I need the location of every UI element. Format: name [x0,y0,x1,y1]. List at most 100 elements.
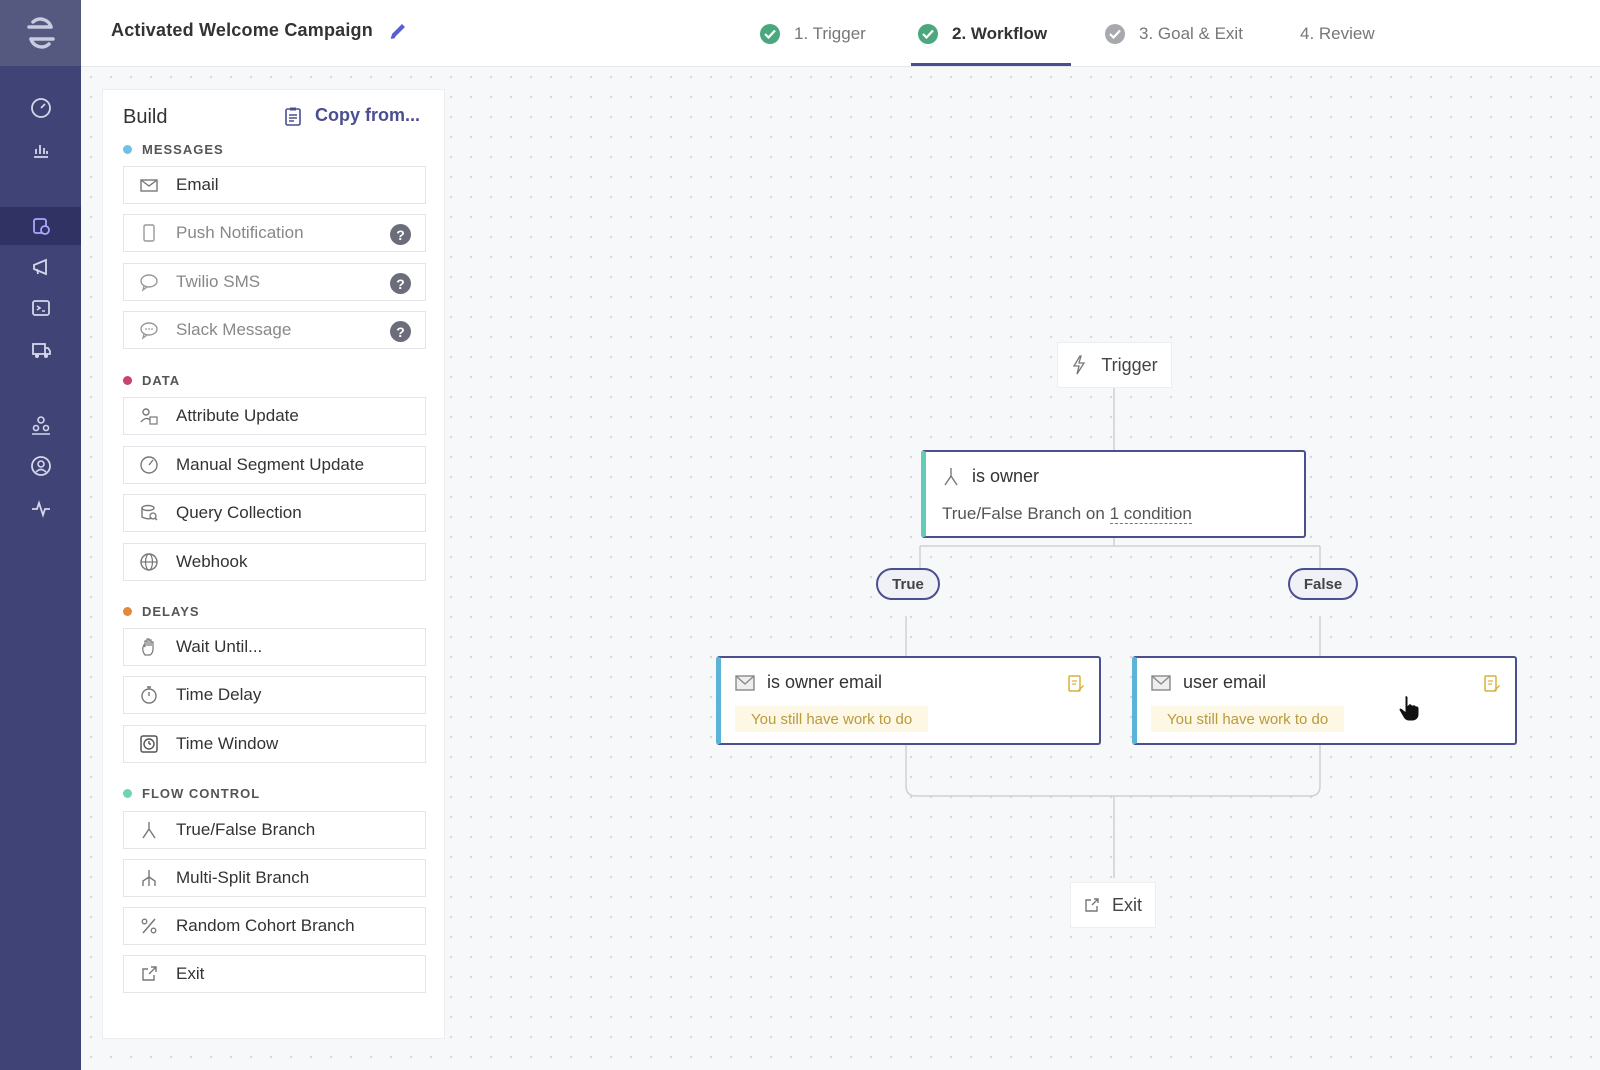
multi-branch-icon [138,867,160,889]
item-label: Time Delay [176,685,262,704]
branch-subtitle: True/False Branch on [942,504,1110,523]
email-node-title: is owner email [767,672,883,692]
email-node-title: user email [1183,672,1267,692]
external-link-icon [1085,898,1099,912]
lightning-icon [1073,355,1086,375]
item-label: True/False Branch [176,820,316,839]
active-step-indicator [911,63,1071,66]
campaign-title: Activated Welcome Campaign [111,20,373,40]
clock-window-icon [138,733,160,755]
build-item-time-window[interactable]: Time Window [123,725,426,763]
step-label: 3. Goal & Exit [1139,23,1243,43]
build-item-email[interactable]: Email [123,166,426,204]
exit-label: Exit [1111,894,1142,915]
help-icon[interactable]: ? [390,224,411,245]
item-label: Twilio SMS [176,272,261,291]
item-label: Webhook [176,552,248,571]
edit-note-icon[interactable] [1483,674,1501,694]
pie-segment-icon [138,454,160,476]
envelope-icon [735,674,755,691]
branch-icon [138,819,160,841]
build-item-wait-until[interactable]: Wait Until... [123,628,426,666]
segment-logo-icon[interactable] [0,0,81,66]
chat-bubble-icon [138,319,160,341]
exit-node[interactable]: Exit [1070,882,1156,928]
item-label: Slack Message [176,320,292,339]
bar-chart-icon[interactable] [0,130,81,168]
build-panel: Build Copy from... MESSAGES Email Push N… [102,89,445,1039]
build-item-true-false-branch[interactable]: True/False Branch [123,811,426,849]
user-edit-icon [138,405,160,427]
help-icon[interactable]: ? [390,273,411,294]
build-item-time-delay[interactable]: Time Delay [123,676,426,714]
activity-icon[interactable] [0,490,81,528]
item-label: Query Collection [176,503,302,522]
check-circle-icon [1105,23,1125,44]
globe-icon [138,551,160,573]
item-label: Push Notification [176,223,304,242]
chat-bubble-icon [138,271,160,293]
item-label: Exit [176,964,205,983]
item-label: Random Cohort Branch [176,916,355,935]
build-item-multi-split-branch[interactable]: Multi-Split Branch [123,859,426,897]
item-label: Email [176,175,219,194]
hand-icon [138,636,160,658]
branch-title: is owner [972,466,1040,486]
build-item-twilio-sms[interactable]: Twilio SMS ? [123,263,426,301]
hand-cursor-icon [1398,695,1420,722]
help-icon[interactable]: ? [390,321,411,342]
step-trigger[interactable]: 1. Trigger [760,0,866,67]
build-item-webhook[interactable]: Webhook [123,543,426,581]
mobile-icon [138,222,160,244]
edit-note-icon[interactable] [1067,674,1085,694]
step-goal-exit[interactable]: 3. Goal & Exit [1105,0,1243,67]
email-node-user[interactable]: user email You still have work to do [1132,656,1517,745]
section-flow-control: FLOW CONTROL [123,786,260,801]
step-review[interactable]: 4. Review [1300,0,1375,67]
clipboard-icon [285,107,301,126]
step-label: 2. Workflow [952,23,1048,43]
megaphone-icon[interactable] [0,248,81,286]
terminal-icon[interactable] [0,289,81,327]
section-data: DATA [123,373,180,388]
section-messages: MESSAGES [123,142,224,157]
false-branch-label[interactable]: False [1288,568,1358,600]
warning-badge: You still have work to do [1151,706,1345,732]
check-circle-icon [918,23,938,44]
step-label: 4. Review [1300,23,1375,43]
item-label: Manual Segment Update [176,455,365,474]
item-label: Time Window [176,734,279,753]
trigger-node[interactable]: Trigger [1057,342,1172,388]
delivery-icon[interactable] [0,331,81,369]
build-item-exit[interactable]: Exit [123,955,426,993]
build-item-random-cohort-branch[interactable]: Random Cohort Branch [123,907,426,945]
branch-node-is-owner[interactable]: is owner True/False Branch on 1 conditio… [921,450,1306,538]
item-label: Attribute Update [176,406,299,425]
percent-icon [138,915,160,937]
people-icon[interactable] [0,406,81,444]
section-delays: DELAYS [123,604,200,619]
left-nav [0,0,81,1070]
build-item-query-collection[interactable]: Query Collection [123,494,426,532]
build-item-attribute-update[interactable]: Attribute Update [123,397,426,435]
step-workflow[interactable]: 2. Workflow [918,0,1047,67]
dashboard-icon[interactable] [0,89,81,127]
journeys-icon[interactable] [0,207,81,245]
copy-from-button[interactable]: Copy from... [283,105,420,126]
user-circle-icon[interactable] [0,447,81,485]
build-item-slack[interactable]: Slack Message ? [123,311,426,349]
check-circle-icon [760,23,780,44]
true-branch-label[interactable]: True [876,568,940,600]
build-item-manual-segment[interactable]: Manual Segment Update [123,446,426,484]
item-label: Multi-Split Branch [176,868,310,887]
envelope-icon [1151,674,1171,691]
external-link-icon [138,963,160,985]
condition-link[interactable]: 1 condition [1109,504,1192,524]
pencil-icon[interactable] [387,20,409,42]
item-label: Wait Until... [176,637,263,656]
build-item-push[interactable]: Push Notification ? [123,214,426,252]
copy-from-label: Copy from... [315,105,421,125]
warning-badge: You still have work to do [735,706,929,732]
email-node-is-owner[interactable]: is owner email You still have work to do [716,656,1101,745]
branch-icon [944,467,958,485]
